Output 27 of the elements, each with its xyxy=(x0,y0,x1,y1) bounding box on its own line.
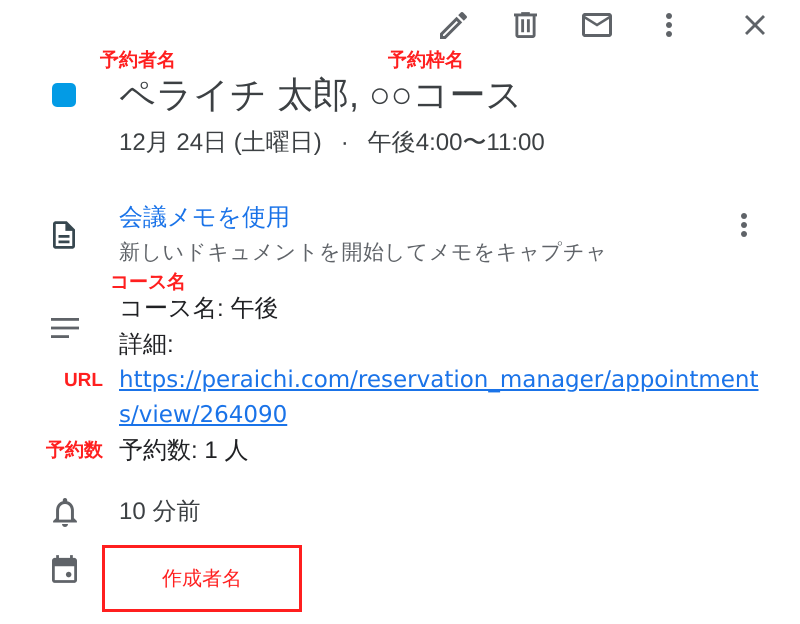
meeting-notes-hint: 新しいドキュメントを開始してメモをキャプチャ xyxy=(119,240,608,266)
more-options-icon[interactable] xyxy=(741,213,747,237)
separator-dot: · xyxy=(340,129,349,157)
annotation-label: URL xyxy=(64,371,103,391)
calendar-icon xyxy=(52,555,77,583)
description-line: 予約数: 1 人 xyxy=(119,437,248,465)
trash-icon[interactable] xyxy=(514,12,536,38)
description-link[interactable]: https://peraichi.com/reservation_manager/appointments/view/264090 xyxy=(119,363,769,433)
document-icon xyxy=(53,221,75,249)
pencil-icon[interactable] xyxy=(440,12,466,38)
annotation-box: 作成者名 xyxy=(102,545,302,612)
text-lines-icon xyxy=(51,318,79,338)
event-title: ペライチ 太郎, ○○コース xyxy=(119,75,522,115)
close-icon[interactable] xyxy=(745,15,765,35)
event-date: 12月 24日 (土曜日) xyxy=(119,129,322,157)
description-line: 詳細: xyxy=(119,331,174,359)
annotation-label: 予約者名 xyxy=(100,51,176,71)
description-line: コース名: 午後 xyxy=(119,295,278,323)
meeting-notes-link[interactable]: 会議メモを使用 xyxy=(119,204,290,232)
annotation-label: 予約枠名 xyxy=(388,51,464,71)
event-time: 午後4:00〜11:00 xyxy=(368,129,545,157)
mail-icon[interactable] xyxy=(582,13,612,37)
more-options-icon[interactable] xyxy=(666,13,672,37)
reminder-text: 10 分前 xyxy=(119,498,200,526)
bell-icon xyxy=(53,498,77,526)
annotation-label: 予約数 xyxy=(46,441,103,461)
annotation-label: コース名 xyxy=(110,273,186,293)
